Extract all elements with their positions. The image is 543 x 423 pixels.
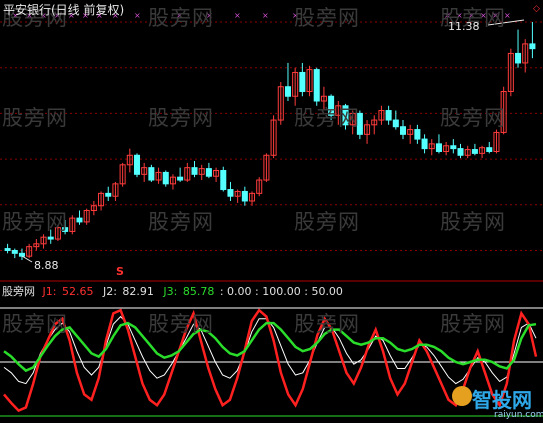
logo-subtext: raiyun.com — [494, 410, 543, 420]
stock-title: 平安银行(日线 前复权) — [3, 3, 125, 17]
candle-body — [177, 176, 184, 181]
site-logo: 智投网 raiyun.com — [452, 384, 543, 422]
marker-x: × — [134, 11, 141, 20]
low-pointer — [21, 255, 33, 263]
candle-body — [471, 149, 478, 154]
watermark: 股旁网 — [148, 6, 214, 30]
candle-body — [313, 69, 320, 102]
marker-x: × — [262, 11, 269, 20]
watermark: 股旁网 — [440, 210, 506, 234]
j3-label: J3: — [163, 285, 178, 298]
watermark: 股旁网 — [294, 6, 360, 30]
candle-body — [435, 143, 442, 152]
candle-body — [4, 248, 11, 251]
indicator-legend[interactable]: 股旁网 J1: 52.65 J2: 82.91 J3: 85.78 : 0.00… — [2, 283, 343, 299]
indicator-name: 股旁网 — [2, 285, 35, 298]
candle-body — [299, 71, 306, 92]
candle-body — [385, 110, 392, 121]
candle-body — [133, 154, 141, 175]
candle-body — [11, 249, 18, 254]
candle-body — [515, 52, 522, 64]
j1-label: J1: — [42, 285, 57, 298]
candle-body — [241, 190, 248, 202]
indicator-levels: : 0.00 : 100.00 : 50.00 — [219, 285, 343, 298]
candle-body — [47, 236, 54, 240]
j2-label: J2: — [102, 285, 117, 298]
candle-body — [76, 217, 83, 223]
candle-body — [392, 119, 399, 128]
candle-body — [421, 138, 428, 150]
candle-body — [105, 192, 112, 197]
j3-value: 85.78 — [182, 285, 215, 298]
candle-body — [205, 168, 212, 177]
logo-icon — [452, 386, 472, 406]
watermark: 股旁网 — [2, 106, 68, 130]
logo-text: 智投网 — [472, 388, 532, 412]
candle-body — [414, 129, 421, 140]
watermark: 股旁网 — [294, 106, 360, 130]
stock-chart-window[interactable]: × × × × × × × × × × × × × × × × × × × × 股旁网 股旁网 股旁网 股旁网 股旁网… — [0, 0, 543, 423]
watermark: 股旁网 — [440, 312, 506, 336]
watermark: 股旁网 — [148, 312, 214, 336]
j2-value: 82.91 — [122, 285, 154, 298]
watermark: 股旁网 — [2, 312, 68, 336]
watermark: 股旁网 — [294, 210, 360, 234]
candle-body — [18, 252, 25, 257]
price-high-label: 11.38 — [448, 20, 480, 33]
candle-body — [148, 167, 155, 181]
candle-body — [191, 167, 198, 175]
watermark: 股旁网 — [440, 106, 506, 130]
candle-body — [284, 86, 291, 97]
candle-body — [227, 189, 234, 197]
candle-body — [162, 171, 169, 185]
watermark: 股旁网 — [148, 106, 214, 130]
signal-marker: S — [116, 265, 124, 278]
marker-x: × — [234, 11, 241, 20]
price-low-label: 8.88 — [34, 259, 59, 272]
candle-body — [486, 147, 493, 152]
diamond-icon[interactable]: ◇ — [533, 4, 540, 14]
candle-body — [529, 43, 536, 50]
candle-body — [399, 126, 407, 135]
candle-body — [450, 145, 457, 150]
watermark: 股旁网 — [148, 210, 214, 234]
j1-value: 52.65 — [61, 285, 94, 298]
candle-body — [220, 170, 227, 191]
candle-body — [457, 148, 464, 156]
watermark: 股旁网 — [294, 312, 360, 336]
watermark: 股旁网 — [2, 210, 68, 234]
